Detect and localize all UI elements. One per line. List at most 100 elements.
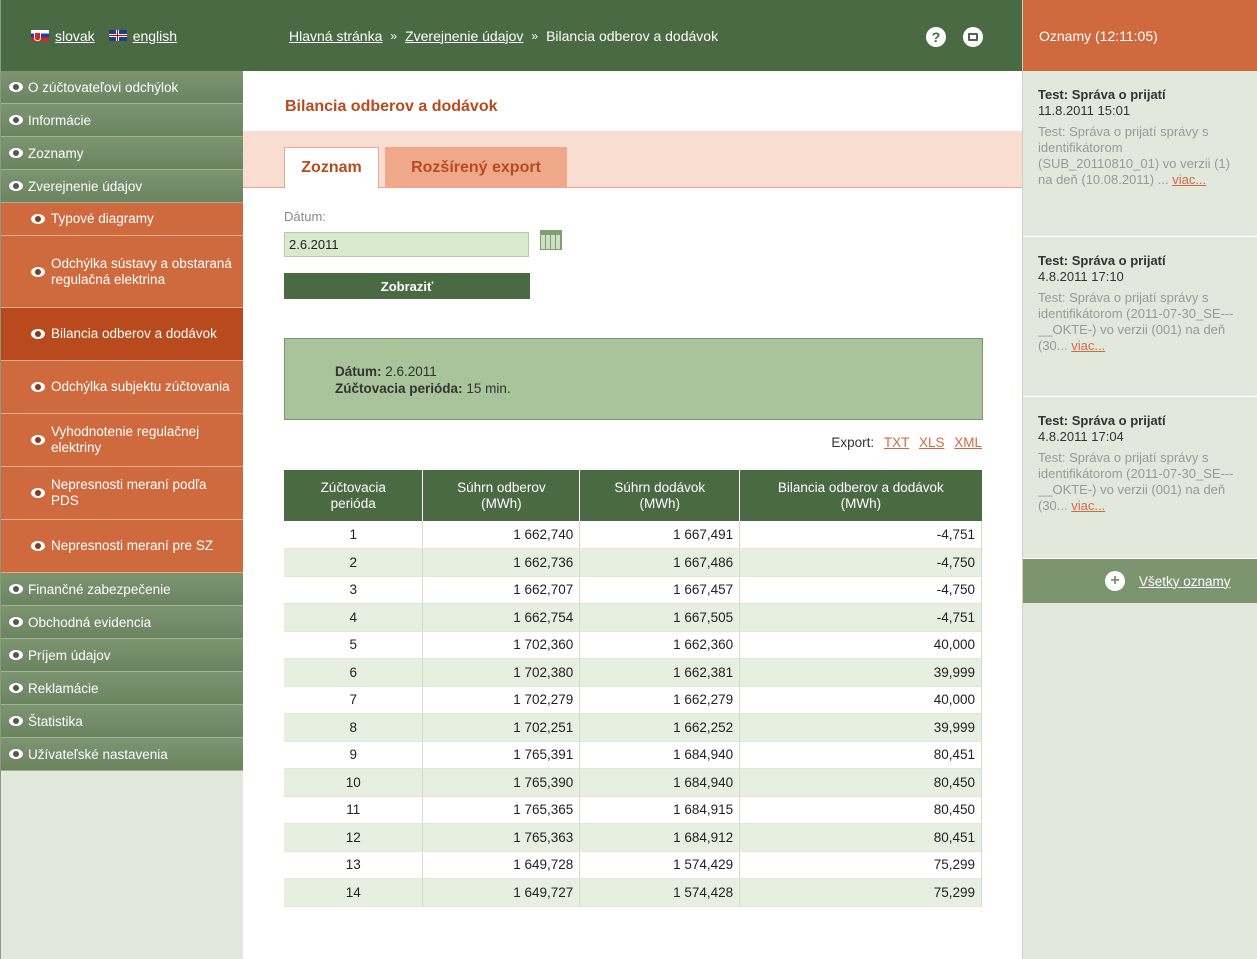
sidebar-item[interactable]: Odchýlka subjektu zúčtovania: [1, 361, 243, 414]
sidebar-item[interactable]: Vyhodnotenie regulačnej elektriny: [1, 414, 243, 467]
table-header-row: Zúčtovacia perióda Súhrn odberov (MWh) Súhrn…: [284, 470, 982, 521]
table-cell: 1 649,727: [422, 878, 581, 907]
news-more-link[interactable]: viac...: [1172, 172, 1206, 187]
date-field[interactable]: [284, 232, 529, 257]
column-header-line: perióda: [330, 495, 376, 511]
table-cell: 1 662,754: [422, 603, 581, 632]
table-cell: 3: [284, 576, 424, 604]
lang-english-label: english: [132, 27, 178, 44]
tab-list[interactable]: Zoznam: [284, 147, 379, 189]
news-more-link[interactable]: viac...: [1071, 338, 1105, 353]
table-cell: 1 702,251: [422, 713, 581, 742]
sidebar-item[interactable]: Nepresnosti meraní podľa PDS: [1, 467, 243, 520]
table-cell: 11: [284, 796, 424, 824]
sidebar-item-label: Štatistika: [28, 713, 83, 729]
table-row: 13 1 649,728 1 574,429 75,299: [284, 851, 982, 879]
show-button[interactable]: Zobraziť: [284, 273, 530, 299]
sidebar-item[interactable]: Zverejnenie údajov: [1, 170, 243, 203]
sidebar-item-label: Reklamácie: [28, 680, 99, 696]
sidebar-item[interactable]: Odchýlka sústavy a obstaraná regulačná e…: [1, 236, 243, 308]
column-header: Zúčtovacia perióda: [284, 470, 424, 521]
table-cell: 80,450: [739, 796, 982, 824]
table-cell: 1 667,486: [579, 548, 741, 577]
table-cell: 7: [284, 686, 424, 714]
sidebar-item-label: O zúčtovateľovi odchýlok: [28, 79, 179, 95]
breadcrumb: Hlavná stránka » Zverejnenie údajov » Bi…: [243, 0, 1022, 71]
plus-icon[interactable]: +: [1105, 571, 1125, 591]
eye-icon: [31, 435, 45, 445]
sidebar-item[interactable]: Bilancia odberov a dodávok: [1, 308, 243, 361]
sidebar-item-label: Príjem údajov: [28, 647, 111, 663]
table-row: 61 702,380 1 662,381 39,999: [284, 658, 982, 687]
breadcrumb-section-link[interactable]: Zverejnenie údajov: [405, 28, 523, 44]
table-cell: 1 574,428: [579, 878, 741, 907]
table-cell: 39,999: [739, 658, 982, 687]
lang-slovak-link[interactable]: slovak: [31, 28, 95, 44]
tab-extended-export[interactable]: Rozšírený export: [385, 147, 567, 188]
table-cell: 1 662,360: [579, 631, 741, 659]
news-body: Test: Správa o prijatí správy s identifi…: [1038, 290, 1234, 353]
calendar-icon[interactable]: [540, 230, 562, 250]
breadcrumb-current: Bilancia odberov a dodávok: [546, 27, 719, 44]
sidebar-item[interactable]: Užívateľské nastavenia: [1, 738, 243, 771]
sidebar-item[interactable]: Nepresnosti meraní pre SZ: [1, 520, 243, 573]
table-cell: 80,451: [739, 823, 982, 852]
eye-icon: [9, 716, 23, 726]
eye-icon: [31, 329, 45, 339]
sidebar-item[interactable]: Reklamácie: [1, 672, 243, 705]
table-cell: 1 702,360: [422, 631, 581, 659]
column-header-line: (MWh): [639, 495, 680, 511]
info-date-label: Dátum:: [335, 364, 382, 379]
column-header: Súhrn odberov (MWh): [422, 470, 581, 521]
export-xls-link[interactable]: XLS: [919, 435, 945, 450]
sidebar-item[interactable]: O zúčtovateľovi odchýlok: [1, 71, 243, 104]
slovak-flag-icon: [31, 30, 49, 41]
table-cell: 4: [284, 603, 424, 632]
export-txt-link[interactable]: TXT: [884, 435, 909, 450]
table-cell: 1 667,457: [579, 576, 741, 604]
eye-icon: [9, 181, 23, 191]
news-more-link[interactable]: viac...: [1071, 498, 1105, 513]
sidebar-item[interactable]: Príjem údajov: [1, 639, 243, 672]
table-cell: 1 702,279: [422, 686, 581, 714]
column-header-line: (MWh): [840, 495, 882, 511]
sidebar-item-label: Nepresnosti meraní pre SZ: [51, 538, 214, 553]
sidebar-item[interactable]: Obchodná evidencia: [1, 606, 243, 639]
left-sidebar: slovak english O zúčtovateľovi odchýlok I…: [0, 0, 243, 959]
news-header: Oznamy (12:11:05): [1023, 0, 1257, 71]
news-list: Test: Správa o prijatí 11.8.2011 15:01 Tes…: [1023, 71, 1257, 559]
table-cell: 1 765,365: [422, 796, 581, 824]
sidebar-item-label: Odchýlka subjektu zúčtovania: [51, 379, 230, 394]
table-cell: 12: [284, 823, 424, 852]
sidebar-item-label: Obchodná evidencia: [28, 614, 152, 630]
sidebar-item[interactable]: Informácie: [1, 104, 243, 137]
export-links: Export: TXT XLS XML: [831, 435, 982, 450]
news-date: 11.8.2011 15:01: [1038, 103, 1131, 118]
sidebar-item[interactable]: Štatistika: [1, 705, 243, 738]
sidebar-item[interactable]: Zoznamy: [1, 137, 243, 170]
print-icon[interactable]: [963, 27, 983, 47]
tab-bar: Zoznam Rozšírený export: [243, 131, 1022, 189]
export-label: Export:: [831, 435, 875, 450]
eye-icon: [31, 266, 45, 277]
table-cell: 1 649,728: [422, 851, 581, 879]
sidebar-item[interactable]: Typové diagramy: [1, 203, 243, 236]
export-xml-link[interactable]: XML: [954, 435, 982, 450]
breadcrumb-home-link[interactable]: Hlavná stránka: [289, 28, 382, 44]
eye-icon: [31, 541, 45, 551]
sidebar-item[interactable]: Finančné zabezpečenie: [1, 573, 243, 606]
table-cell: 40,000: [739, 631, 982, 659]
table-cell: 1 667,491: [579, 521, 741, 549]
table-cell: -4,751: [739, 603, 982, 632]
table-cell: 80,450: [739, 768, 982, 797]
table-row: 12 1 765,363 1 684,912 80,451: [284, 823, 982, 852]
table-cell: 75,299: [739, 878, 982, 907]
main-nav: O zúčtovateľovi odchýlok Informácie Zoznam…: [1, 71, 243, 771]
all-news-link[interactable]: Všetky oznamy: [1139, 574, 1231, 589]
eye-icon: [9, 650, 23, 660]
help-icon[interactable]: ?: [926, 27, 946, 47]
eye-icon: [31, 488, 45, 498]
table-row: 10 1 765,390 1 684,940 80,450: [284, 768, 982, 797]
lang-english-link[interactable]: english: [108, 27, 178, 44]
table-cell: 1 684,940: [579, 741, 741, 769]
